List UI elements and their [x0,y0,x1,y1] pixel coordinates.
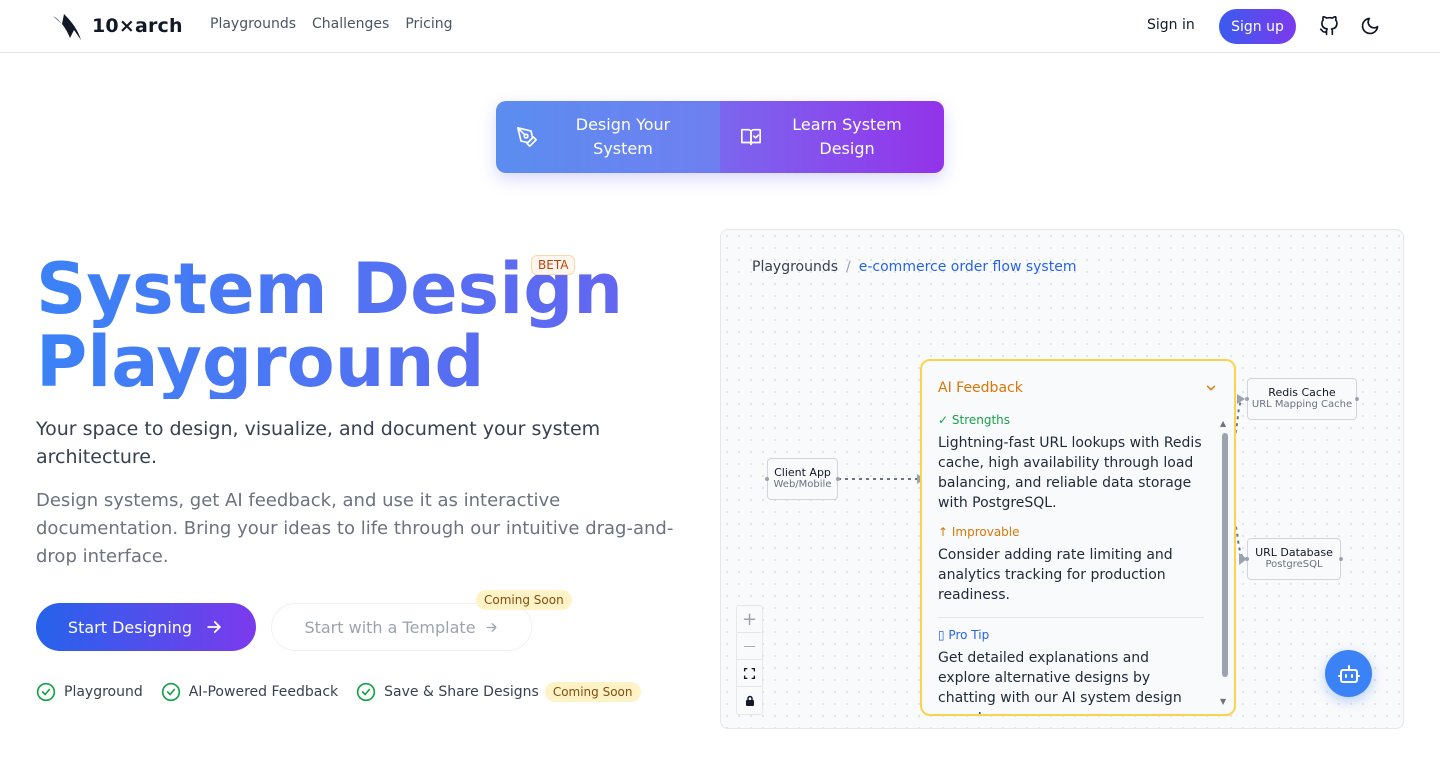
ai-feedback-panel[interactable]: AI Feedback ✓ Strengths Lightning-fast U… [920,359,1236,716]
node-client-app[interactable]: Client App Web/Mobile [767,458,838,500]
node-title: Redis Cache [1268,386,1336,399]
brand-logo-icon [53,14,81,40]
beta-badge: BETA [531,255,576,275]
node-redis-cache[interactable]: Redis Cache URL Mapping Cache [1247,378,1357,420]
feature-label: AI-Powered Feedback [188,684,339,700]
bot-icon [1337,664,1360,683]
start-designing-button[interactable]: Start Designing [36,603,256,651]
top-nav: 10×arch Playgrounds Challenges Pricing S… [0,0,1440,53]
node-port[interactable] [836,477,840,481]
nav-links: Playgrounds Challenges Pricing [210,16,453,32]
node-url-database[interactable]: URL Database PostgreSQL [1247,538,1341,580]
lock-button[interactable] [737,687,762,714]
start-designing-label: Start Designing [67,617,193,637]
strengths-label: ✓ Strengths [938,413,1011,427]
feature-label: Save & Share Designs [384,684,539,700]
fit-view-icon [743,667,756,679]
arrow-right-icon [486,622,497,632]
lock-icon [745,695,754,706]
node-port[interactable] [1245,557,1249,561]
scroll-down-arrow-icon[interactable]: ▼ [1220,697,1226,706]
nav-link-challenges[interactable]: Challenges [312,16,389,32]
dark-mode-moon-icon[interactable] [1359,15,1381,37]
ai-feedback-title: AI Feedback [938,380,1023,396]
zoom-controls: + — [736,605,763,715]
nav-link-playgrounds[interactable]: Playgrounds [210,16,296,32]
learn-system-design-button[interactable]: Learn System Design [720,101,944,173]
start-with-template-button[interactable]: Start with a Template [271,603,532,651]
node-port[interactable] [765,477,769,481]
pro-tip-label: ▯ Pro Tip [938,628,990,642]
node-port[interactable] [1339,557,1343,561]
hero-title-line-2: Playground [36,321,485,403]
design-your-system-button[interactable]: Design Your System [496,101,720,173]
divider [938,617,1204,618]
check-circle-icon [36,682,56,702]
sign-up-button[interactable]: Sign up [1219,9,1296,44]
github-icon[interactable] [1318,15,1340,37]
feature-list: Playground AI-Powered Feedback Save & Sh… [36,682,641,702]
hero-lead: Your space to design, visualize, and doc… [36,418,601,468]
brand-name: 10×arch [92,15,183,37]
check-circle-icon [356,682,376,702]
node-title: URL Database [1255,546,1333,559]
scrollbar-thumb[interactable] [1222,433,1228,677]
node-subtitle: URL Mapping Cache [1251,399,1353,410]
brand[interactable]: 10×arch [50,10,183,42]
node-title: Client App [774,466,831,479]
mode-toggle: Design Your System Learn System Design [496,101,944,173]
design-your-system-label: Design Your System [575,115,671,158]
save-share-coming-soon-badge: Coming Soon [544,682,641,702]
sign-in-link[interactable]: Sign in [1147,17,1195,33]
fit-view-button[interactable] [737,660,762,687]
feature-item: AI-Powered Feedback [161,682,338,702]
pro-tip-text: Get detailed explanations and explore al… [938,650,1182,714]
feature-item: Save & Share Designs [356,682,539,702]
pen-tool-icon [517,127,537,147]
zoom-out-button[interactable]: — [737,633,762,660]
feature-label: Playground [64,684,143,700]
strengths-text: Lightning-fast URL lookups with Redis ca… [938,435,1202,511]
feature-item: Playground [36,682,143,702]
scroll-up-arrow-icon[interactable]: ▲ [1220,419,1226,428]
improvable-text: Consider adding rate limiting and analyt… [938,547,1173,603]
nav-link-pricing[interactable]: Pricing [405,16,452,32]
hero-description: Design systems, get AI feedback, and use… [36,490,674,567]
chevron-down-icon[interactable] [1204,381,1218,395]
node-port[interactable] [1245,397,1249,401]
node-subtitle: Web/Mobile [773,479,832,490]
improvable-label: ↑ Improvable [938,525,1020,539]
node-port[interactable] [1355,397,1359,401]
node-subtitle: PostgreSQL [1265,559,1323,570]
ai-feedback-body: ✓ Strengths Lightning-fast URL lookups w… [938,413,1204,714]
start-with-template-label: Start with a Template [304,617,476,637]
book-open-icon [741,128,761,146]
zoom-in-button[interactable]: + [737,606,762,633]
playground-demo-canvas[interactable]: Playgrounds / e-commerce order flow syst… [720,229,1404,729]
check-circle-icon [161,682,180,702]
template-coming-soon-badge: Coming Soon [476,590,572,610]
learn-system-design-label: Learn System Design [792,115,902,158]
edge-arrowhead [1237,394,1245,404]
ai-chat-bot-button[interactable] [1325,650,1372,697]
arrow-right-icon [207,621,221,633]
